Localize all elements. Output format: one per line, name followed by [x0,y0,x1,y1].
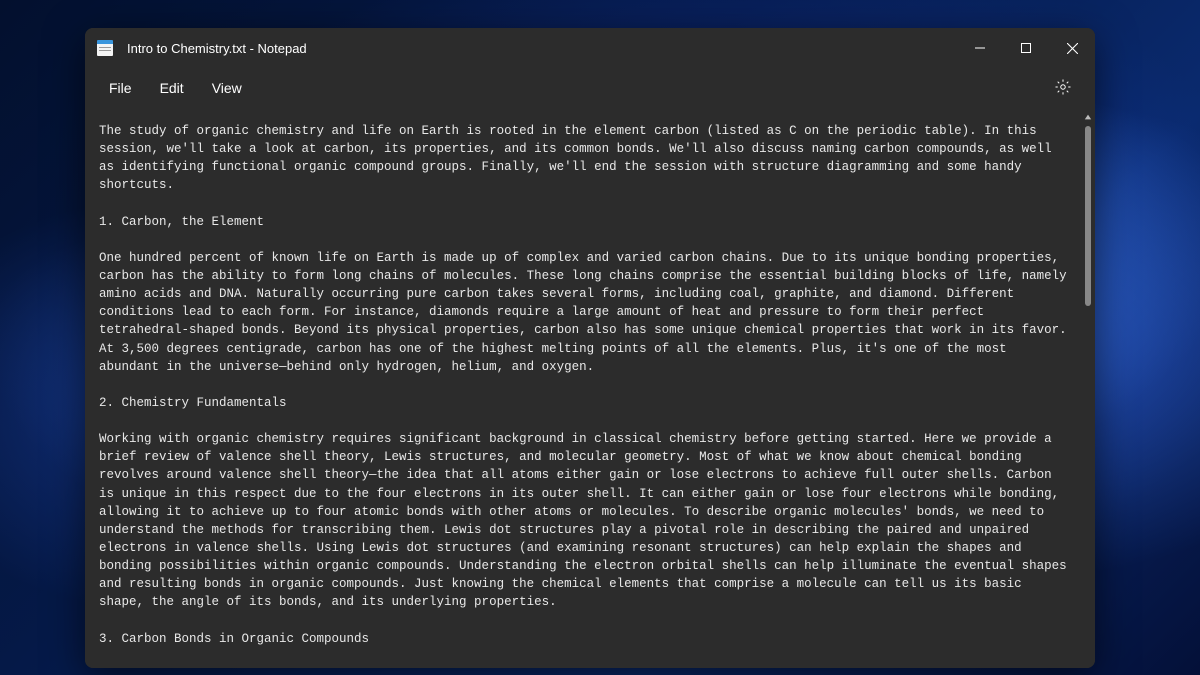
scroll-up-arrow[interactable] [1081,110,1095,124]
titlebar[interactable]: Intro to Chemistry.txt - Notepad [85,28,1095,68]
menu-file[interactable]: File [95,74,146,102]
notepad-icon [97,40,113,56]
editor-area: The study of organic chemistry and life … [85,108,1095,668]
settings-button[interactable] [1045,70,1081,106]
menubar: File Edit View [85,68,1095,108]
text-editor[interactable]: The study of organic chemistry and life … [85,108,1081,668]
vertical-scrollbar[interactable] [1081,108,1095,668]
window-title: Intro to Chemistry.txt - Notepad [127,41,307,56]
scrollbar-thumb[interactable] [1085,126,1091,306]
gear-icon [1054,78,1072,99]
notepad-window: Intro to Chemistry.txt - Notepad File Ed… [85,28,1095,668]
menu-view[interactable]: View [198,74,256,102]
window-controls [957,28,1095,68]
menu-edit[interactable]: Edit [146,74,198,102]
close-button[interactable] [1049,28,1095,68]
minimize-button[interactable] [957,28,1003,68]
maximize-button[interactable] [1003,28,1049,68]
